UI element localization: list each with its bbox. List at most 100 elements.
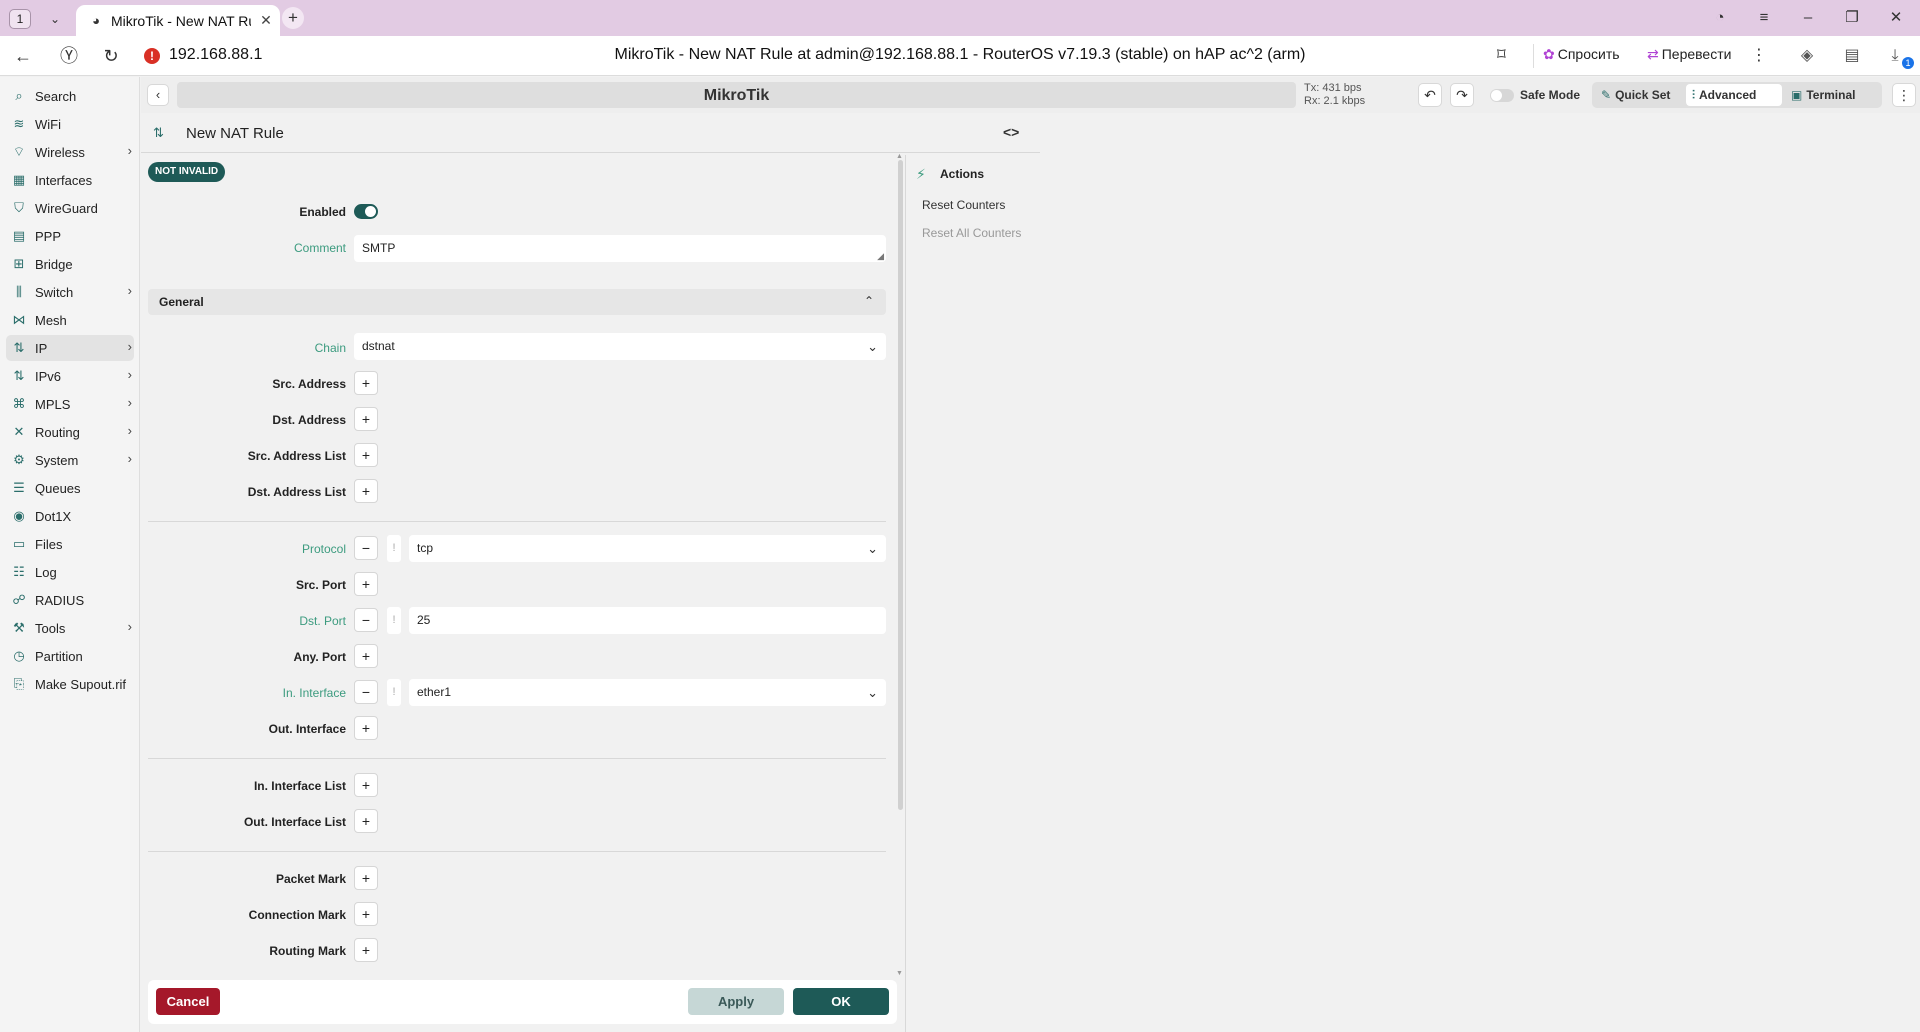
protocol-negate-button[interactable]: ! <box>387 535 401 562</box>
new-tab-button[interactable]: + <box>282 7 304 29</box>
protocol-select[interactable]: tcp ⌄ <box>409 535 886 562</box>
status-badge: NOT INVALID <box>148 162 226 182</box>
in-interface-select[interactable]: ether1 ⌄ <box>409 679 886 706</box>
collapse-sidebar-button[interactable]: ‹ <box>147 84 169 106</box>
sidebar-item-label: WiFi <box>35 117 61 132</box>
tab-close-icon[interactable]: ✕ <box>257 11 275 29</box>
sidebar-item-routing[interactable]: ✕ Routing › <box>6 419 134 445</box>
src-port-add-button[interactable]: + <box>354 572 378 596</box>
connection-mark-add-button[interactable]: + <box>354 902 378 926</box>
cancel-button[interactable]: Cancel <box>156 988 220 1015</box>
reset-all-counters-link[interactable]: Reset All Counters <box>922 226 1021 240</box>
sidebar-item-radius[interactable]: ☍ RADIUS <box>6 587 134 613</box>
routing-mark-add-button[interactable]: + <box>354 938 378 962</box>
out-interface-list-add-button[interactable]: + <box>354 809 378 833</box>
packet-mark-add-button[interactable]: + <box>354 866 378 890</box>
translate-button[interactable]: ⇄ Перевести <box>1647 46 1731 63</box>
gear-icon: ⚙ <box>13 452 25 467</box>
undo-button[interactable]: ↶ <box>1418 83 1442 107</box>
sidebar-item-queues[interactable]: ☰ Queues <box>6 475 134 501</box>
topbar-menu-icon[interactable]: ⋮ <box>1892 83 1916 107</box>
dst-port-input[interactable]: 25 <box>409 607 886 634</box>
comment-field[interactable]: SMTP ◢ <box>354 235 886 262</box>
dst-address-list-add-button[interactable]: + <box>354 479 378 503</box>
sidebar-item-label: IPv6 <box>35 369 62 384</box>
in-interface-list-add-button[interactable]: + <box>354 773 378 797</box>
sidebar-item-wireguard[interactable]: ⛉ WireGuard <box>6 195 134 221</box>
dst-port-remove-button[interactable]: − <box>354 608 378 632</box>
close-window-icon[interactable]: ✕ <box>1884 7 1908 29</box>
reload-icon[interactable]: ↻ <box>98 44 124 68</box>
advanced-button[interactable]: ⫶ Advanced <box>1686 84 1782 106</box>
sidebar-item-mpls[interactable]: ⌘ MPLS › <box>6 391 134 417</box>
restore-icon[interactable]: ❐ <box>1840 7 1864 29</box>
translate-menu-icon[interactable]: ⋮ <box>1751 45 1767 67</box>
in-interface-remove-button[interactable]: − <box>354 680 378 704</box>
sidebar-item-files[interactable]: ▭ Files <box>6 531 134 557</box>
chevron-down-icon: ⌄ <box>867 541 878 556</box>
sidebar-item-search[interactable]: ⌕ Search <box>6 83 134 109</box>
bookmark-icon[interactable]: ⌑ <box>1497 45 1506 65</box>
out-interface-add-button[interactable]: + <box>354 716 378 740</box>
sidebar-item-make-supout-rif[interactable]: ⎘ Make Supout.rif <box>6 671 134 697</box>
tab-counter[interactable]: 1 <box>9 9 31 29</box>
sidebar-item-ipv6[interactable]: ⇅ IPv6 › <box>6 363 134 389</box>
sidebar-item-bridge[interactable]: ⊞ Bridge <box>6 251 134 277</box>
log-icon: ☷ <box>13 564 25 579</box>
dst-address-add-button[interactable]: + <box>354 407 378 431</box>
sidebar-item-log[interactable]: ☷ Log <box>6 559 134 585</box>
src-address-add-button[interactable]: + <box>354 371 378 395</box>
chevron-right-icon: › <box>127 339 132 354</box>
sidebar-item-tools[interactable]: ⚒ Tools › <box>6 615 134 641</box>
sidebar-item-ip[interactable]: ⇅ IP › <box>6 335 134 361</box>
reset-counters-link[interactable]: Reset Counters <box>922 198 1005 212</box>
extensions-icon[interactable]: ◈ <box>1795 45 1819 67</box>
sidebar-item-partition[interactable]: ◷ Partition <box>6 643 134 669</box>
protocol-remove-button[interactable]: − <box>354 536 378 560</box>
sidebar-item-label: Tools <box>35 621 66 636</box>
sidebar-item-wireless[interactable]: ⌔ Wireless › <box>6 139 134 165</box>
back-arrow-icon[interactable]: ← <box>10 44 36 68</box>
translate-icon: ⇄ <box>1647 46 1659 62</box>
profile-icon[interactable]: ◔ <box>1708 7 1732 29</box>
safe-mode-toggle[interactable] <box>1490 89 1514 102</box>
not-secure-icon[interactable]: ! <box>144 48 160 64</box>
divider <box>148 851 886 852</box>
apply-button[interactable]: Apply <box>688 988 784 1015</box>
section-general[interactable]: General ⌃ <box>148 289 886 315</box>
scroll-up-icon[interactable]: ▲ <box>896 153 903 160</box>
url-field[interactable]: 192.168.88.1 <box>169 46 262 64</box>
form-scrollbar[interactable] <box>898 160 903 810</box>
any-port-add-button[interactable]: + <box>354 644 378 668</box>
sidebar-item-switch[interactable]: ⫼ Switch › <box>6 279 134 305</box>
enabled-toggle[interactable] <box>354 204 378 219</box>
chevron-right-icon: › <box>127 367 132 382</box>
redo-button[interactable]: ↷ <box>1450 83 1474 107</box>
browser-tab[interactable]: ◕ MikroTik - New NAT Rule ✕ <box>76 5 280 36</box>
terminal-button[interactable]: ▣ Terminal <box>1785 84 1875 106</box>
quick-set-button[interactable]: ✎ Quick Set <box>1595 84 1683 106</box>
out-interface-list-label: Out. Interface List <box>243 815 346 829</box>
dst-port-negate-button[interactable]: ! <box>387 607 401 634</box>
src-address-list-add-button[interactable]: + <box>354 443 378 467</box>
sidebar-item-label: PPP <box>35 229 62 244</box>
code-view-icon[interactable]: <> <box>1003 124 1019 140</box>
minimize-icon[interactable]: – <box>1796 7 1820 29</box>
sidebar-item-system[interactable]: ⚙ System › <box>6 447 134 473</box>
sidebar-item-label: Dot1X <box>35 509 72 524</box>
sidebar-item-ppp[interactable]: ▤ PPP <box>6 223 134 249</box>
collections-icon[interactable]: ▤ <box>1840 45 1864 67</box>
yandex-icon[interactable]: Ⓨ <box>56 44 82 68</box>
resize-handle-icon[interactable]: ◢ <box>877 252 884 261</box>
chain-select[interactable]: dstnat ⌄ <box>354 333 886 360</box>
in-interface-negate-button[interactable]: ! <box>387 679 401 706</box>
scroll-down-icon[interactable]: ▼ <box>896 970 903 977</box>
tab-list-chevron-icon[interactable]: ⌄ <box>45 9 65 29</box>
ask-button[interactable]: ✿ Спросить <box>1543 46 1620 63</box>
ok-button[interactable]: OK <box>793 988 889 1015</box>
sidebar-item-wifi[interactable]: ≋ WiFi <box>6 111 134 137</box>
browser-menu-icon[interactable]: ≡ <box>1752 7 1776 29</box>
sidebar-item-mesh[interactable]: ⋈ Mesh <box>6 307 134 333</box>
sidebar-item-interfaces[interactable]: ▦ Interfaces <box>6 167 134 193</box>
sidebar-item-dot1x[interactable]: ◉ Dot1X <box>6 503 134 529</box>
